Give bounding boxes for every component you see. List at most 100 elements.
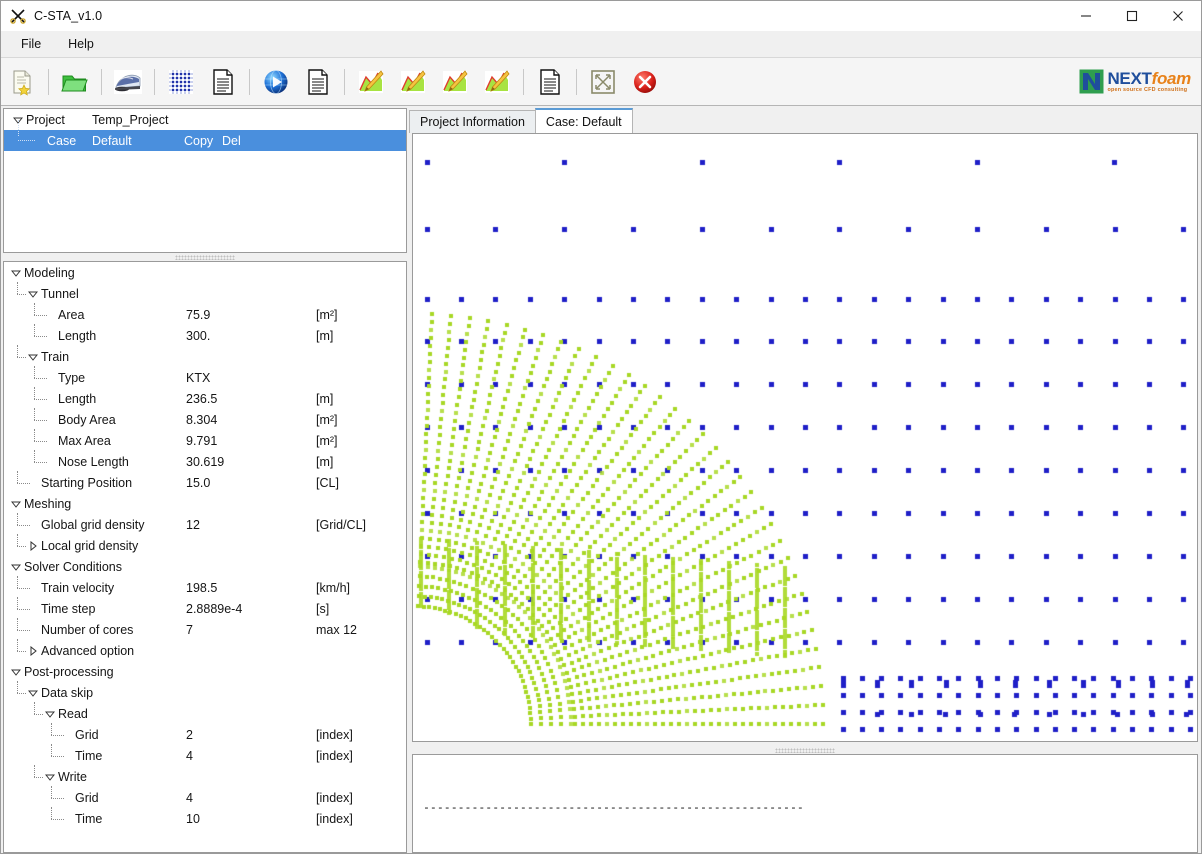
tab-project-information[interactable]: Project Information [409, 110, 536, 133]
post-chart-4-button[interactable] [478, 63, 516, 101]
tree-row[interactable]: Max Area 9.791 [m²] [4, 429, 406, 451]
case-delete-button[interactable]: Del [222, 134, 241, 148]
tree-row[interactable]: Global grid density 12 [Grid/CL] [4, 513, 406, 535]
tree-row[interactable]: Local grid density [4, 534, 406, 556]
open-project-button[interactable] [56, 63, 94, 101]
tree-row-value[interactable]: 75.9 [186, 308, 210, 322]
tree-connector [51, 756, 64, 758]
tree-row-label: Global grid density [41, 517, 145, 532]
tree-row[interactable]: Write [4, 765, 406, 787]
mesh-button[interactable] [162, 63, 200, 101]
tree-row[interactable]: Advanced option [4, 639, 406, 661]
chevron-down-icon[interactable] [10, 498, 22, 510]
train-model-button[interactable] [109, 63, 147, 101]
tab-case-default[interactable]: Case: Default [534, 108, 633, 133]
tree-row[interactable]: Body Area 8.304 [m²] [4, 408, 406, 430]
tree-row[interactable]: Nose Length 30.619 [m] [4, 450, 406, 472]
tree-row-label: Length [58, 391, 97, 406]
new-project-button[interactable] [3, 63, 41, 101]
chevron-down-icon[interactable] [44, 708, 56, 720]
tree-row[interactable]: Meshing [4, 493, 406, 514]
solver-log-button[interactable] [299, 63, 337, 101]
mesh-plot-panel[interactable] [412, 133, 1198, 742]
tree-row[interactable]: Time 4 [index] [4, 744, 406, 766]
tree-row-value[interactable]: 300. [186, 329, 210, 343]
post-chart-3-button[interactable] [436, 63, 474, 101]
tree-row[interactable]: Train velocity 198.5 [km/h] [4, 576, 406, 598]
tree-row-value[interactable]: 30.619 [186, 455, 224, 469]
chevron-down-icon[interactable] [10, 561, 22, 573]
report-button[interactable] [531, 63, 569, 101]
tree-row[interactable]: Modeling [4, 262, 406, 283]
tree-connector [17, 651, 26, 653]
tree-row-value[interactable]: 12 [186, 518, 200, 532]
stop-button[interactable] [626, 63, 664, 101]
tree-row[interactable]: Area 75.9 [m²] [4, 303, 406, 325]
tree-row-unit: [index] [316, 727, 353, 742]
tree-row[interactable]: Length 236.5 [m] [4, 387, 406, 409]
chevron-down-icon[interactable] [44, 771, 56, 783]
menu-file[interactable]: File [10, 33, 52, 56]
chevron-right-icon[interactable] [27, 645, 39, 657]
window-title: C-STA_v1.0 [34, 9, 103, 23]
tree-row[interactable]: Tunnel [4, 282, 406, 304]
tree-row-value[interactable]: 2 [186, 728, 193, 742]
case-row[interactable]: Case Default Copy Del [4, 120, 406, 151]
run-solver-button[interactable] [257, 63, 295, 101]
tree-connector [17, 525, 30, 527]
tree-row-value[interactable]: 2.8889e-4 [186, 602, 242, 616]
close-button[interactable] [1155, 1, 1201, 31]
menu-bar: File Help [1, 31, 1201, 58]
tree-connector [17, 609, 30, 611]
settings-tree: Modeling Tunnel Area 75.9 [m²] Length 300. [m] T… [4, 262, 406, 829]
tree-connector [17, 357, 26, 359]
tree-row-value[interactable]: KTX [186, 371, 210, 385]
tree-row[interactable]: Solver Conditions [4, 556, 406, 577]
project-root-row[interactable]: Project Temp_Project [4, 109, 406, 130]
tree-row[interactable]: Train [4, 345, 406, 367]
tree-row-value[interactable]: 4 [186, 749, 193, 763]
minimize-button[interactable] [1063, 1, 1109, 31]
tree-row[interactable]: Grid 2 [index] [4, 723, 406, 745]
tree-row[interactable]: Time step 2.8889e-4 [s] [4, 597, 406, 619]
tree-row[interactable]: Read [4, 702, 406, 724]
right-splitter[interactable] [412, 746, 1198, 754]
tree-connector [34, 366, 36, 378]
post-chart-1-button[interactable] [352, 63, 390, 101]
mesh-report-button[interactable] [204, 63, 242, 101]
chevron-down-icon[interactable] [27, 351, 39, 363]
tree-row[interactable]: Number of cores 7 max 12 [4, 618, 406, 640]
tree-row-value[interactable]: 236.5 [186, 392, 217, 406]
console-log-panel[interactable]: ----------------------------------------… [412, 754, 1198, 853]
mesh-scatter-canvas[interactable] [413, 134, 1197, 741]
tree-row-value[interactable]: 4 [186, 791, 193, 805]
menu-help[interactable]: Help [57, 33, 105, 56]
tree-connector [17, 513, 19, 525]
tree-row[interactable]: Type KTX [4, 366, 406, 388]
tree-row-value[interactable]: 10 [186, 812, 200, 826]
tree-row[interactable]: Starting Position 15.0 [CL] [4, 471, 406, 493]
chevron-down-icon[interactable] [10, 267, 22, 279]
tree-row-value[interactable]: 8.304 [186, 413, 217, 427]
chevron-down-icon[interactable] [10, 666, 22, 678]
tree-row-unit: max 12 [316, 622, 357, 637]
tree-row-value[interactable]: 15.0 [186, 476, 210, 490]
case-copy-button[interactable]: Copy [184, 134, 213, 148]
tree-row-value[interactable]: 9.791 [186, 434, 217, 448]
tree-row[interactable]: Data skip [4, 681, 406, 703]
fit-view-button[interactable] [584, 63, 622, 101]
maximize-button[interactable] [1109, 1, 1155, 31]
tree-row-label: Max Area [58, 433, 111, 448]
tree-connector [17, 576, 19, 588]
tree-row[interactable]: Time 10 [index] [4, 807, 406, 829]
chevron-down-icon[interactable] [27, 288, 39, 300]
tree-row-value[interactable]: 7 [186, 623, 193, 637]
post-chart-2-button[interactable] [394, 63, 432, 101]
tree-row[interactable]: Grid 4 [index] [4, 786, 406, 808]
tree-row-value[interactable]: 198.5 [186, 581, 217, 595]
tree-row[interactable]: Post-processing [4, 661, 406, 682]
chevron-down-icon[interactable] [27, 687, 39, 699]
tree-row[interactable]: Length 300. [m] [4, 324, 406, 346]
left-splitter[interactable] [3, 253, 407, 261]
chevron-right-icon[interactable] [27, 540, 39, 552]
